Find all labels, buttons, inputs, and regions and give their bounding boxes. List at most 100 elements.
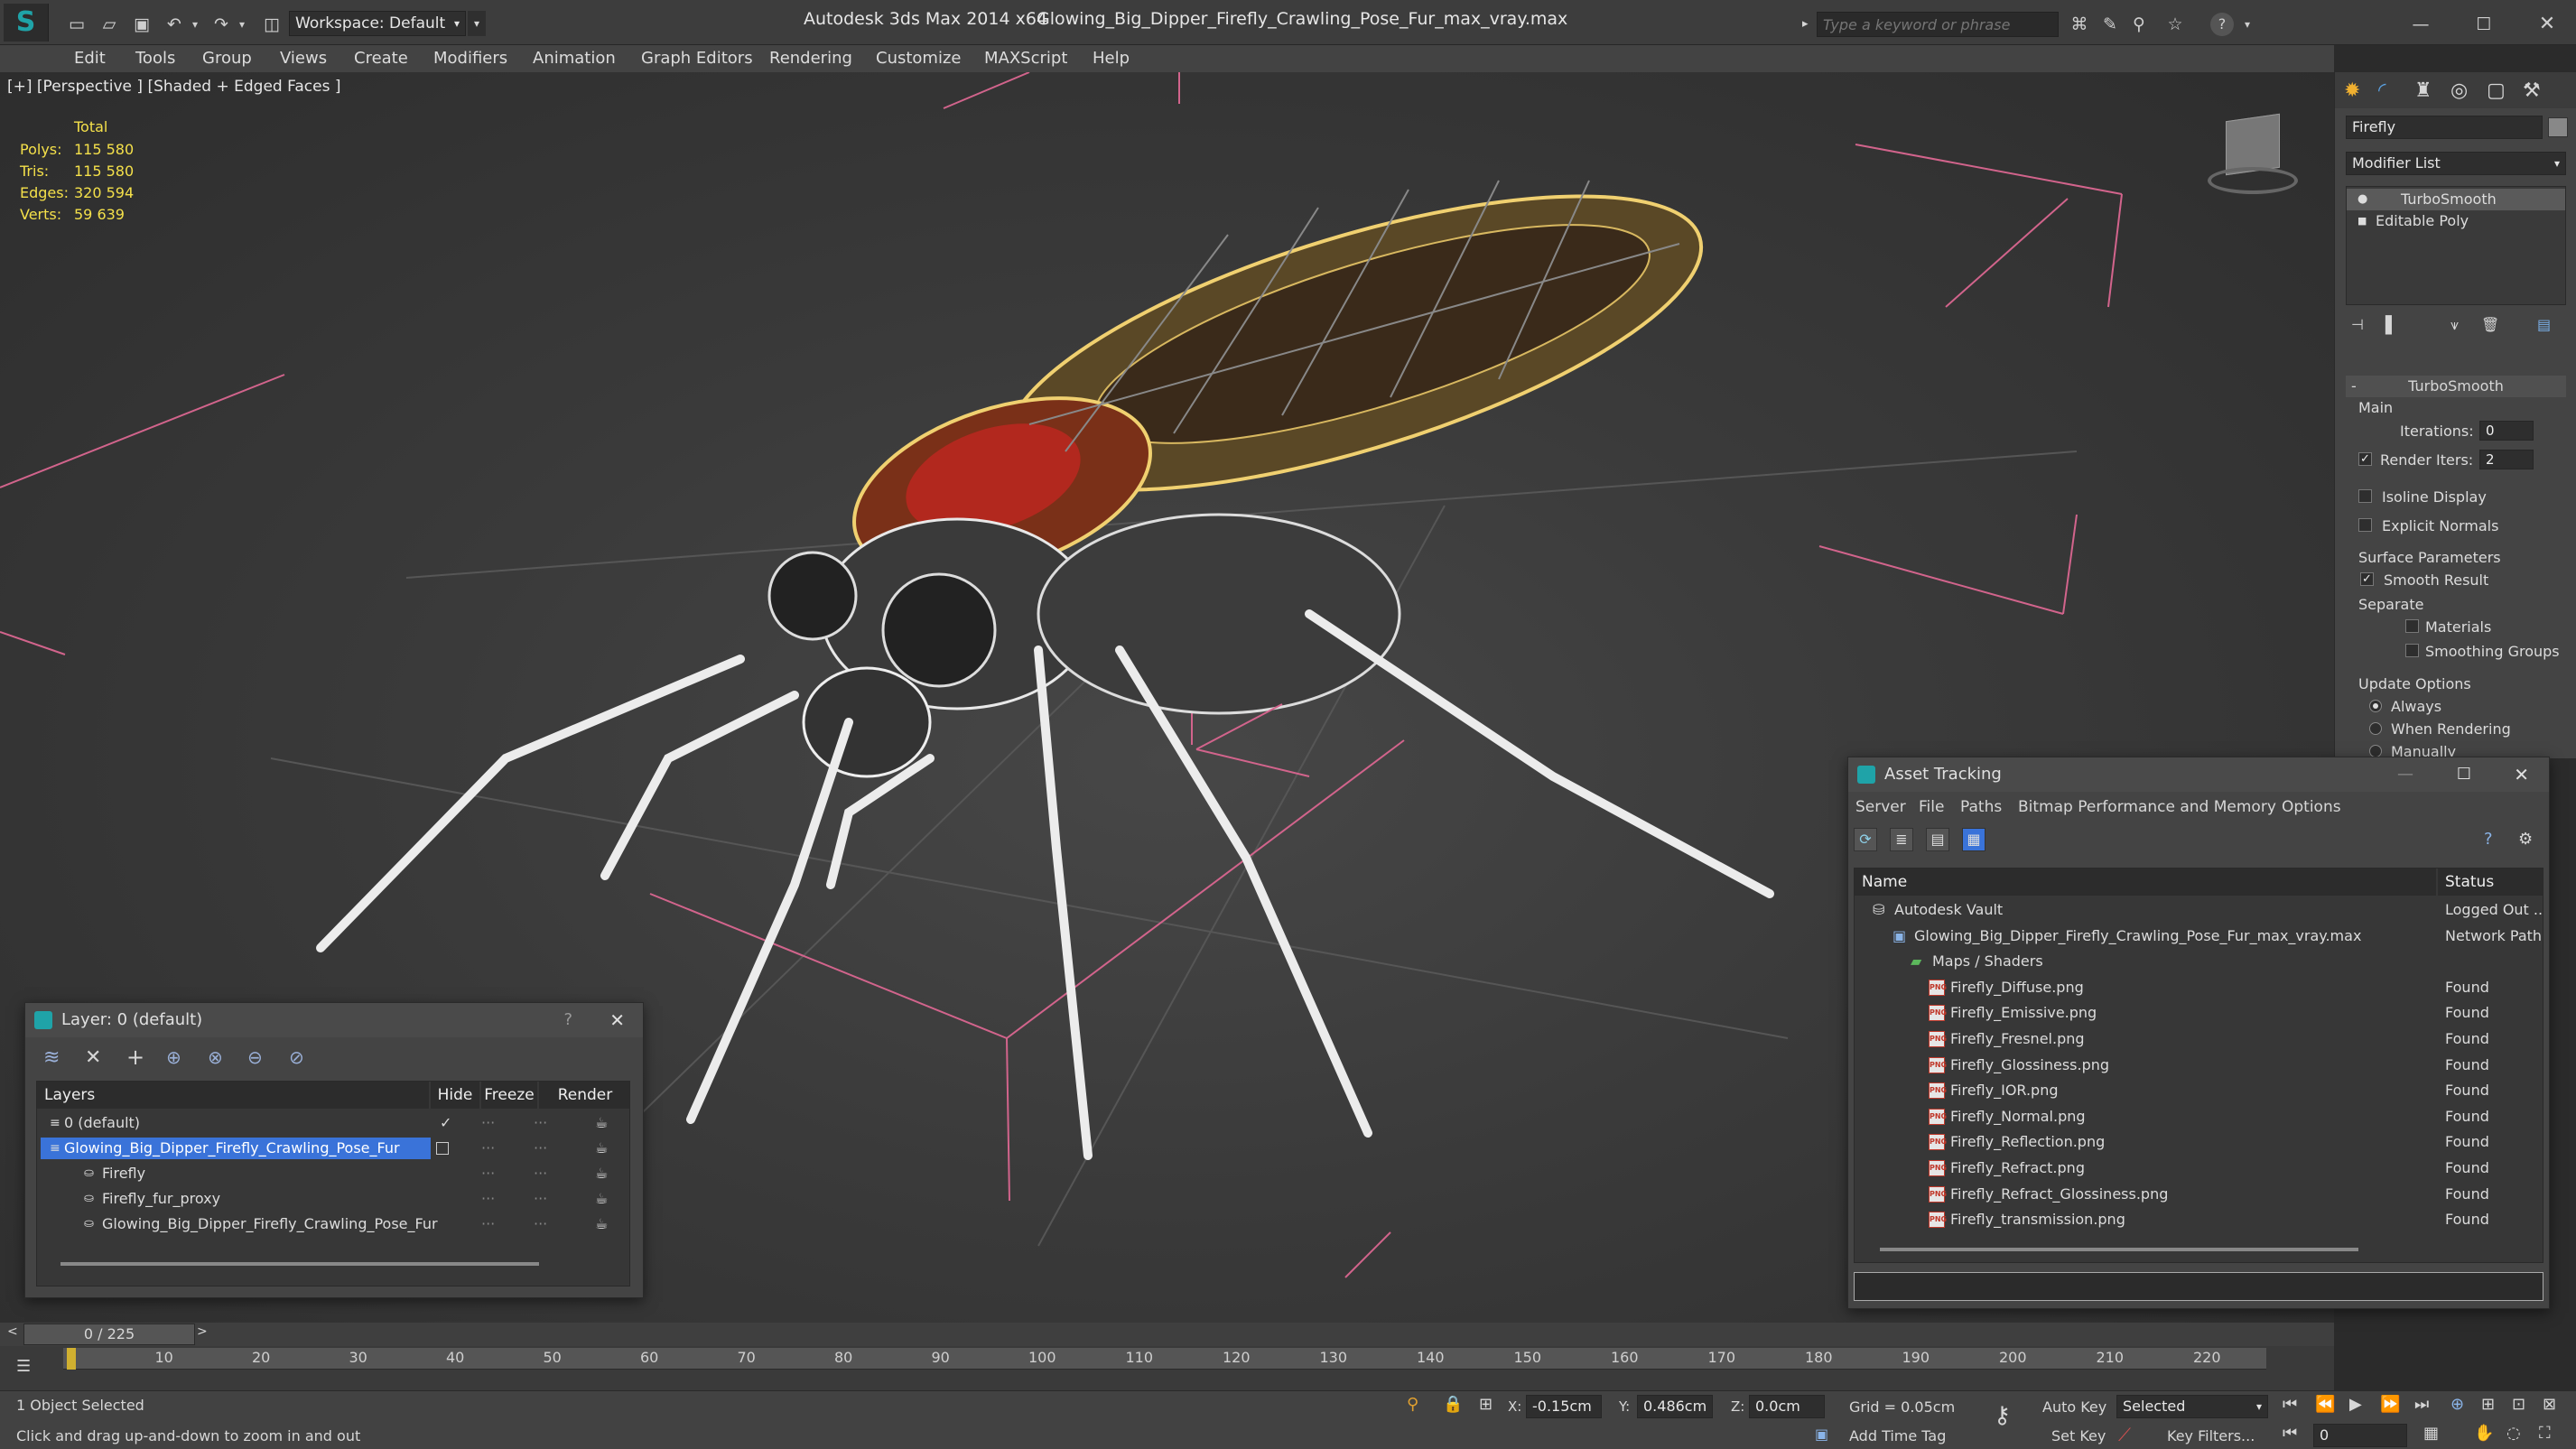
path-field[interactable] <box>1854 1272 2543 1301</box>
asset-row[interactable]: ⛁ Autodesk Vault Logged Out ... <box>1855 897 2543 923</box>
next-frame-icon[interactable]: > <box>197 1324 208 1339</box>
menu-help[interactable]: Help <box>1089 45 1133 72</box>
refresh-icon[interactable]: ⟳ <box>1854 828 1877 851</box>
workspace-dropdown[interactable]: Workspace: Default ▾ <box>289 11 466 36</box>
key-mode-dropdown[interactable]: Selected ▾ <box>2116 1395 2268 1418</box>
redo-dropdown-icon[interactable]: ▾ <box>230 13 254 36</box>
manually-radio[interactable] <box>2369 745 2382 757</box>
minimize-icon[interactable]: — <box>2409 13 2432 36</box>
next-key-icon[interactable]: ⏩ <box>2380 1395 2400 1414</box>
freeze-toggle-icon[interactable]: ··· <box>534 1110 547 1136</box>
layer-row[interactable]: ⛀ Firefly ··· ··· ☕ <box>37 1161 629 1186</box>
help-dropdown-icon[interactable]: ▾ <box>2236 13 2259 36</box>
always-radio[interactable] <box>2369 700 2382 712</box>
asset-row[interactable]: PNG Firefly_Reflection.png Found <box>1855 1129 2543 1155</box>
binoculars-icon[interactable]: ⌘ <box>2068 13 2091 36</box>
table-view-icon[interactable]: ▤ <box>1926 828 1949 851</box>
asset-row[interactable]: PNG Firefly_Diffuse.png Found <box>1855 975 2543 1000</box>
y-coordinate-field[interactable]: 0.486cm <box>1637 1395 1713 1418</box>
select-objects-icon[interactable]: ⊕ <box>166 1046 181 1068</box>
communication-icon[interactable]: ✎ <box>2098 13 2122 36</box>
menu-create[interactable]: Create <box>350 45 412 72</box>
menu-rendering[interactable]: Rendering <box>766 45 856 72</box>
expand-icon[interactable]: ■ <box>2357 210 2367 232</box>
viewcube-icon[interactable] <box>2203 113 2302 199</box>
x-coordinate-field[interactable]: -0.15cm <box>1526 1395 1602 1418</box>
motion-tab-icon[interactable]: ◎ <box>2450 79 2468 102</box>
pan-icon[interactable]: ✋ <box>2474 1424 2494 1443</box>
asset-row[interactable]: PNG Firefly_Refract_Glossiness.png Found <box>1855 1182 2543 1207</box>
viewport-label[interactable]: [+] [Perspective ] [Shaded + Edged Faces… <box>7 78 340 96</box>
save-file-icon[interactable]: ▣ <box>130 13 153 36</box>
layer-row[interactable]: ≡ Glowing_Big_Dipper_Firefly_Crawling_Po… <box>37 1136 629 1161</box>
set-current-checkbox[interactable] <box>436 1142 449 1155</box>
modifier-stack-item-editable-poly[interactable]: ■ Editable Poly <box>2347 210 2565 232</box>
menu-animation[interactable]: Animation <box>529 45 619 72</box>
transform-mode-icon[interactable]: ⊞ <box>1479 1395 1493 1414</box>
key-icon[interactable]: ⚷ <box>1994 1402 2011 1429</box>
highlight-layer-icon[interactable]: ⊗ <box>208 1046 223 1068</box>
settings-icon[interactable]: ⚙ <box>2518 830 2533 849</box>
render-teapot-icon[interactable]: ☕ <box>595 1110 608 1136</box>
exchange-icon[interactable]: ⚲ <box>2127 13 2151 36</box>
time-config-icon[interactable]: ▦ <box>2423 1424 2439 1443</box>
help-icon[interactable]: ? <box>563 1003 572 1037</box>
field-of-view-icon[interactable]: ⊠ <box>2543 1395 2556 1414</box>
selection-lock-icon[interactable]: 🔒 <box>1443 1395 1463 1414</box>
remove-modifier-icon[interactable]: 🗑 <box>2481 316 2499 333</box>
asset-row[interactable]: PNG Firefly_IOR.png Found <box>1855 1078 2543 1103</box>
column-status[interactable]: Status <box>2438 868 2543 896</box>
smoothing-groups-checkbox[interactable] <box>2405 644 2419 657</box>
horizontal-scrollbar[interactable] <box>60 1262 539 1266</box>
utilities-tab-icon[interactable]: ⚒ <box>2523 79 2541 102</box>
time-slider[interactable]: < 0 / 225 > <box>0 1323 2334 1346</box>
column-name[interactable]: Name <box>1855 868 2436 896</box>
asset-row[interactable]: PNG Firefly_Emissive.png Found <box>1855 1000 2543 1026</box>
materials-checkbox[interactable] <box>2405 619 2419 633</box>
open-file-icon[interactable]: ▱ <box>98 13 121 36</box>
mini-curve-editor-icon[interactable]: ☰ <box>16 1357 31 1376</box>
menu-tools[interactable]: Tools <box>132 45 179 72</box>
menu-file[interactable]: File <box>1919 794 1944 821</box>
menu-options[interactable]: Options <box>2282 794 2341 821</box>
add-time-tag[interactable]: Add Time Tag <box>1849 1427 1946 1444</box>
app-logo-icon[interactable]: S <box>4 4 49 42</box>
list-view-icon[interactable]: ≣ <box>1890 828 1913 851</box>
go-to-start-icon[interactable]: ⏮ <box>2283 1395 2297 1414</box>
asset-row[interactable]: ▣ Glowing_Big_Dipper_Firefly_Crawling_Pos… <box>1855 924 2543 949</box>
asset-tracking-title-bar[interactable]: Asset Tracking — ☐ ✕ <box>1848 757 2549 792</box>
modifier-list-dropdown[interactable]: Modifier List ▾ <box>2346 152 2566 175</box>
column-layers[interactable]: Layers <box>37 1082 429 1109</box>
pin-stack-icon[interactable]: ⊣ <box>2351 316 2364 333</box>
auto-key-button[interactable]: Auto Key <box>2042 1398 2106 1416</box>
turbosmooth-rollout-header[interactable]: - TurboSmooth <box>2346 376 2566 397</box>
add-time-tag-icon[interactable]: ▣ <box>1815 1426 1828 1443</box>
hide-toggle-icon[interactable]: ··· <box>481 1161 495 1186</box>
iterations-spinner[interactable]: 0 <box>2479 421 2534 441</box>
key-mode-toggle-icon[interactable]: ⏮ <box>2283 1424 2297 1443</box>
smooth-result-checkbox[interactable]: ✓ <box>2360 572 2374 586</box>
zoom-all-icon[interactable]: ⊞ <box>2481 1395 2495 1414</box>
new-file-icon[interactable]: ▭ <box>65 13 88 36</box>
new-layer-icon[interactable]: ≋ <box>43 1046 60 1069</box>
add-to-layer-icon[interactable]: + <box>126 1045 144 1070</box>
menu-graph-editors[interactable]: Graph Editors <box>637 45 757 72</box>
key-filters-button[interactable]: Key Filters... <box>2167 1427 2255 1444</box>
menu-bitmap-performance[interactable]: Bitmap Performance and Memory <box>2018 794 2276 821</box>
time-slider-thumb[interactable]: 0 / 225 <box>23 1324 195 1345</box>
search-arrow-icon[interactable]: ▸ <box>1802 13 1815 36</box>
asset-row[interactable]: PNG Firefly_Fresnel.png Found <box>1855 1026 2543 1052</box>
track-bar[interactable]: ☰ 10 20 30 40 50 60 70 80 90 100 110 120 130 140 150 16… <box>0 1348 2334 1389</box>
asset-row[interactable]: ▰ Maps / Shaders <box>1855 949 2543 974</box>
column-freeze[interactable]: Freeze <box>481 1082 537 1109</box>
render-teapot-icon[interactable]: ☕ <box>595 1212 608 1237</box>
hide-toggle-icon[interactable]: ··· <box>481 1212 495 1237</box>
freeze-toggle-icon[interactable]: ··· <box>534 1136 547 1161</box>
lightbulb-icon[interactable]: ● <box>2357 189 2367 210</box>
explicit-normals-checkbox[interactable] <box>2358 518 2372 532</box>
maximize-viewport-icon[interactable]: ⛶ <box>2539 1424 2551 1443</box>
previous-frame-icon[interactable]: < <box>7 1324 18 1339</box>
menu-paths[interactable]: Paths <box>1960 794 2002 821</box>
undo-dropdown-icon[interactable]: ▾ <box>183 13 207 36</box>
previous-key-icon[interactable]: ⏪ <box>2315 1395 2335 1414</box>
